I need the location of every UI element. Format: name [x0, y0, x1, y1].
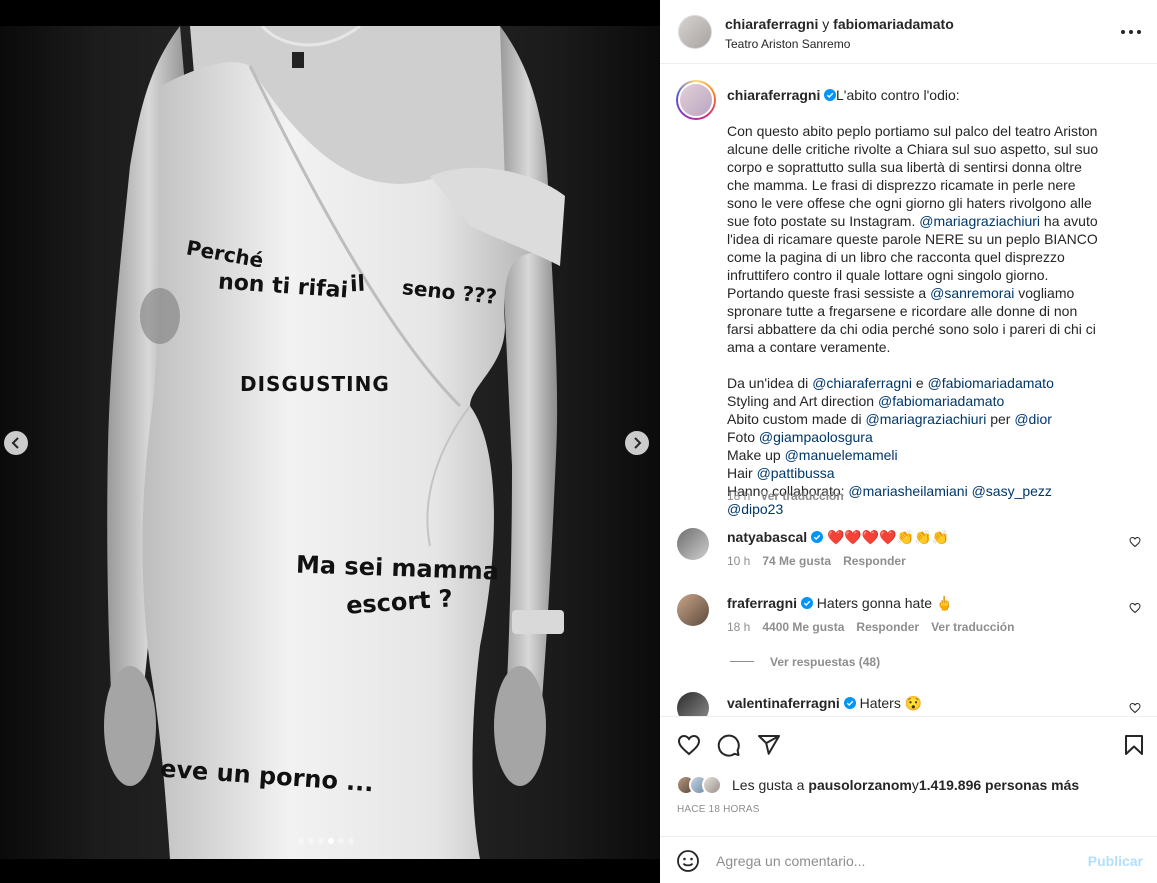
- comment-meta: 10 h 74 Me gusta Responder: [727, 554, 918, 568]
- pendant: [292, 52, 304, 68]
- post-timestamp[interactable]: HACE 18 HORAS: [677, 804, 760, 815]
- carousel-dot: [348, 838, 354, 844]
- comment-likes[interactable]: 4400 Me gusta: [762, 620, 844, 634]
- comment-time[interactable]: 18 h: [727, 620, 750, 634]
- heart-icon[interactable]: [677, 733, 701, 757]
- comment-text: Haters 😯: [855, 695, 923, 711]
- more-options-button[interactable]: [1121, 24, 1141, 40]
- view-replies-button[interactable]: Ver respuestas (48): [730, 655, 880, 669]
- mention-link[interactable]: @chiaraferragni: [812, 375, 912, 391]
- mention-link[interactable]: @mariagraziachiuri: [866, 411, 987, 427]
- caption-avatar[interactable]: [676, 80, 716, 120]
- mention-link[interactable]: @mariasheilamiani: [848, 483, 967, 499]
- mention-link[interactable]: @dior: [1014, 411, 1052, 427]
- dress-illustration: [104, 26, 565, 859]
- post-photo[interactable]: Perché non ti rifai il seno ??? DISGUSTI…: [0, 26, 660, 859]
- carousel-dot-active: [328, 838, 334, 844]
- carousel-next-button[interactable]: [625, 431, 649, 455]
- translate-button[interactable]: Ver traducción: [760, 489, 843, 503]
- mention-link[interactable]: @giampaolosgura: [759, 429, 873, 445]
- mention-link[interactable]: @dipo23: [727, 501, 783, 517]
- dress-embroidery-text: il: [349, 271, 366, 298]
- post-header: chiaraferragni y fabiomariadamato Teatro…: [660, 0, 1157, 64]
- left-hand: [104, 666, 156, 786]
- comment-likes[interactable]: 74 Me gusta: [762, 554, 831, 568]
- caption-time[interactable]: 18 h: [727, 489, 750, 503]
- mention-link[interactable]: @sasy_pezz: [972, 483, 1052, 499]
- author-username[interactable]: chiaraferragni: [725, 16, 818, 32]
- mention-link[interactable]: @fabiomariadamato: [878, 393, 1004, 409]
- liker-username[interactable]: pausolorzanom: [808, 777, 911, 793]
- comment-like-heart-icon[interactable]: [1129, 536, 1141, 548]
- mention-link[interactable]: @mariagraziachiuri: [919, 213, 1040, 229]
- verified-badge-icon: [800, 597, 813, 609]
- mention-link[interactable]: @pattibussa: [757, 465, 835, 481]
- chevron-right-icon: [634, 437, 642, 449]
- carousel-dot: [308, 838, 314, 844]
- verified-badge-icon: [843, 697, 856, 709]
- reply-button[interactable]: Responder: [843, 554, 906, 568]
- reply-button[interactable]: Responder: [856, 620, 919, 634]
- location-link[interactable]: Teatro Ariston Sanremo: [725, 37, 850, 51]
- bookmark-icon[interactable]: [1122, 733, 1146, 757]
- carousel-dot: [318, 838, 324, 844]
- add-comment-bar: Publicar: [660, 836, 1157, 883]
- share-icon[interactable]: [757, 733, 781, 757]
- caption-body: Con questo abito peplo portiamo sul palc…: [727, 122, 1107, 518]
- comments-scroll-area[interactable]: chiaraferragni L'abito contro l'odio: Co…: [660, 64, 1157, 716]
- liker-avatars: [676, 774, 732, 796]
- mention-link[interactable]: @fabiomariadamato: [928, 375, 1054, 391]
- caption-title: L'abito contro l'odio:: [836, 87, 960, 103]
- mention-link[interactable]: @sanremorai: [930, 285, 1014, 301]
- author-avatar[interactable]: [678, 15, 712, 49]
- coauthor-username[interactable]: fabiomariadamato: [833, 16, 954, 32]
- dress-embroidery-text: DISGUSTING: [240, 372, 390, 396]
- comment-like-heart-icon[interactable]: [1129, 602, 1141, 614]
- post-sidebar: chiaraferragni y fabiomariadamato Teatro…: [660, 0, 1157, 883]
- comment-username[interactable]: fraferragni: [727, 595, 797, 611]
- comment-avatar[interactable]: [677, 528, 709, 560]
- caption-username[interactable]: chiaraferragni: [727, 87, 820, 103]
- comment-time[interactable]: 10 h: [727, 554, 750, 568]
- comment-text: Haters gonna hate 🖕: [812, 595, 954, 611]
- action-bar: [660, 716, 1157, 772]
- comment-icon[interactable]: [717, 733, 741, 757]
- comment-username[interactable]: valentinaferragni: [727, 695, 840, 711]
- comment-input[interactable]: [716, 851, 1086, 871]
- carousel-dot: [298, 838, 304, 844]
- translate-button[interactable]: Ver traducción: [931, 620, 1014, 634]
- comment-avatar[interactable]: [677, 692, 709, 716]
- comment-text: ❤️❤️❤️❤️👏👏👏: [823, 529, 949, 545]
- publish-button[interactable]: Publicar: [1088, 853, 1143, 869]
- carousel-prev-button[interactable]: [4, 431, 28, 455]
- carousel-indicator: [298, 838, 354, 844]
- verified-badge-icon: [811, 531, 824, 543]
- right-hand: [494, 666, 546, 786]
- instagram-post-modal: Perché non ti rifai il seno ??? DISGUSTI…: [0, 0, 1157, 883]
- carousel-dot: [338, 838, 344, 844]
- bracelet: [512, 610, 564, 634]
- post-authors: chiaraferragni y fabiomariadamato: [725, 16, 954, 32]
- smiley-icon[interactable]: [676, 849, 700, 873]
- media-pane: Perché non ti rifai il seno ??? DISGUSTI…: [0, 0, 660, 883]
- likes-summary: Les gusta a pausolorzanom y 1.419.896 pe…: [676, 774, 1079, 796]
- likes-count[interactable]: 1.419.896 personas más: [919, 777, 1079, 793]
- comment-avatar[interactable]: [677, 594, 709, 626]
- mention-link[interactable]: @manuelemameli: [785, 447, 898, 463]
- liker-avatar: [702, 775, 722, 795]
- verified-badge-icon: [824, 89, 837, 101]
- comment-username[interactable]: natyabascal: [727, 529, 807, 545]
- caption-meta: 18 h Ver traducción: [727, 489, 844, 503]
- authors-conjunction: y: [818, 16, 834, 32]
- arm-tattoo: [140, 288, 180, 344]
- comment-like-heart-icon[interactable]: [1129, 702, 1141, 714]
- comment-meta: 18 h 4400 Me gusta Responder Ver traducción: [727, 620, 1026, 634]
- chevron-left-icon: [11, 437, 19, 449]
- more-horizontal-icon: [1121, 30, 1125, 34]
